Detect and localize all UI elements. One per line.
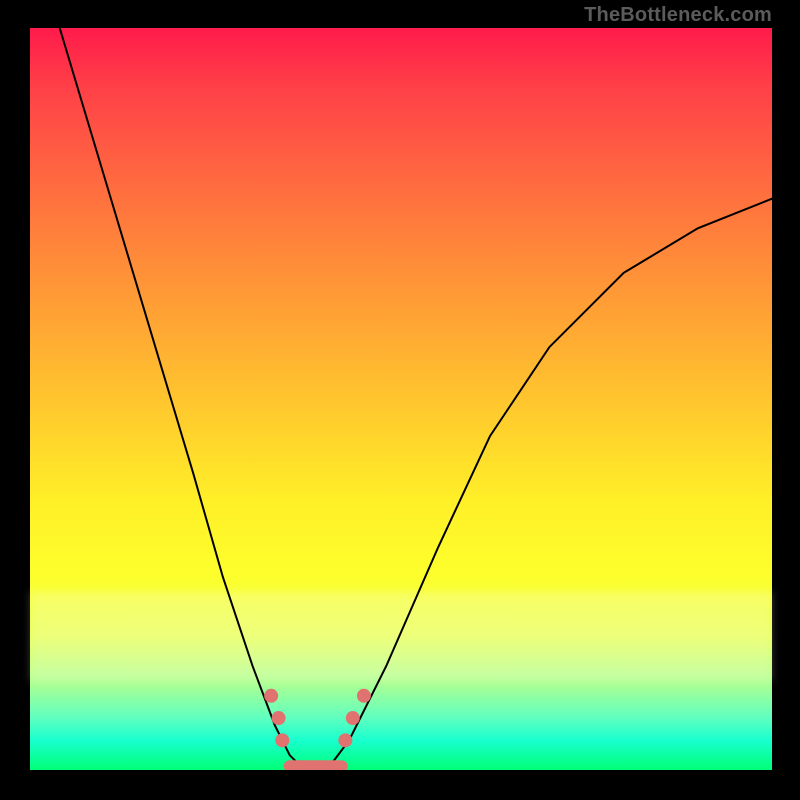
curve-marker <box>346 711 360 725</box>
bottleneck-curve <box>60 28 772 770</box>
plot-area <box>30 28 772 770</box>
chart-svg <box>30 28 772 770</box>
curve-marker <box>357 689 371 703</box>
curve-marker <box>272 711 286 725</box>
curve-marker <box>275 733 289 747</box>
curve-marker <box>264 689 278 703</box>
attribution-label: TheBottleneck.com <box>584 4 772 27</box>
curve-marker <box>338 733 352 747</box>
